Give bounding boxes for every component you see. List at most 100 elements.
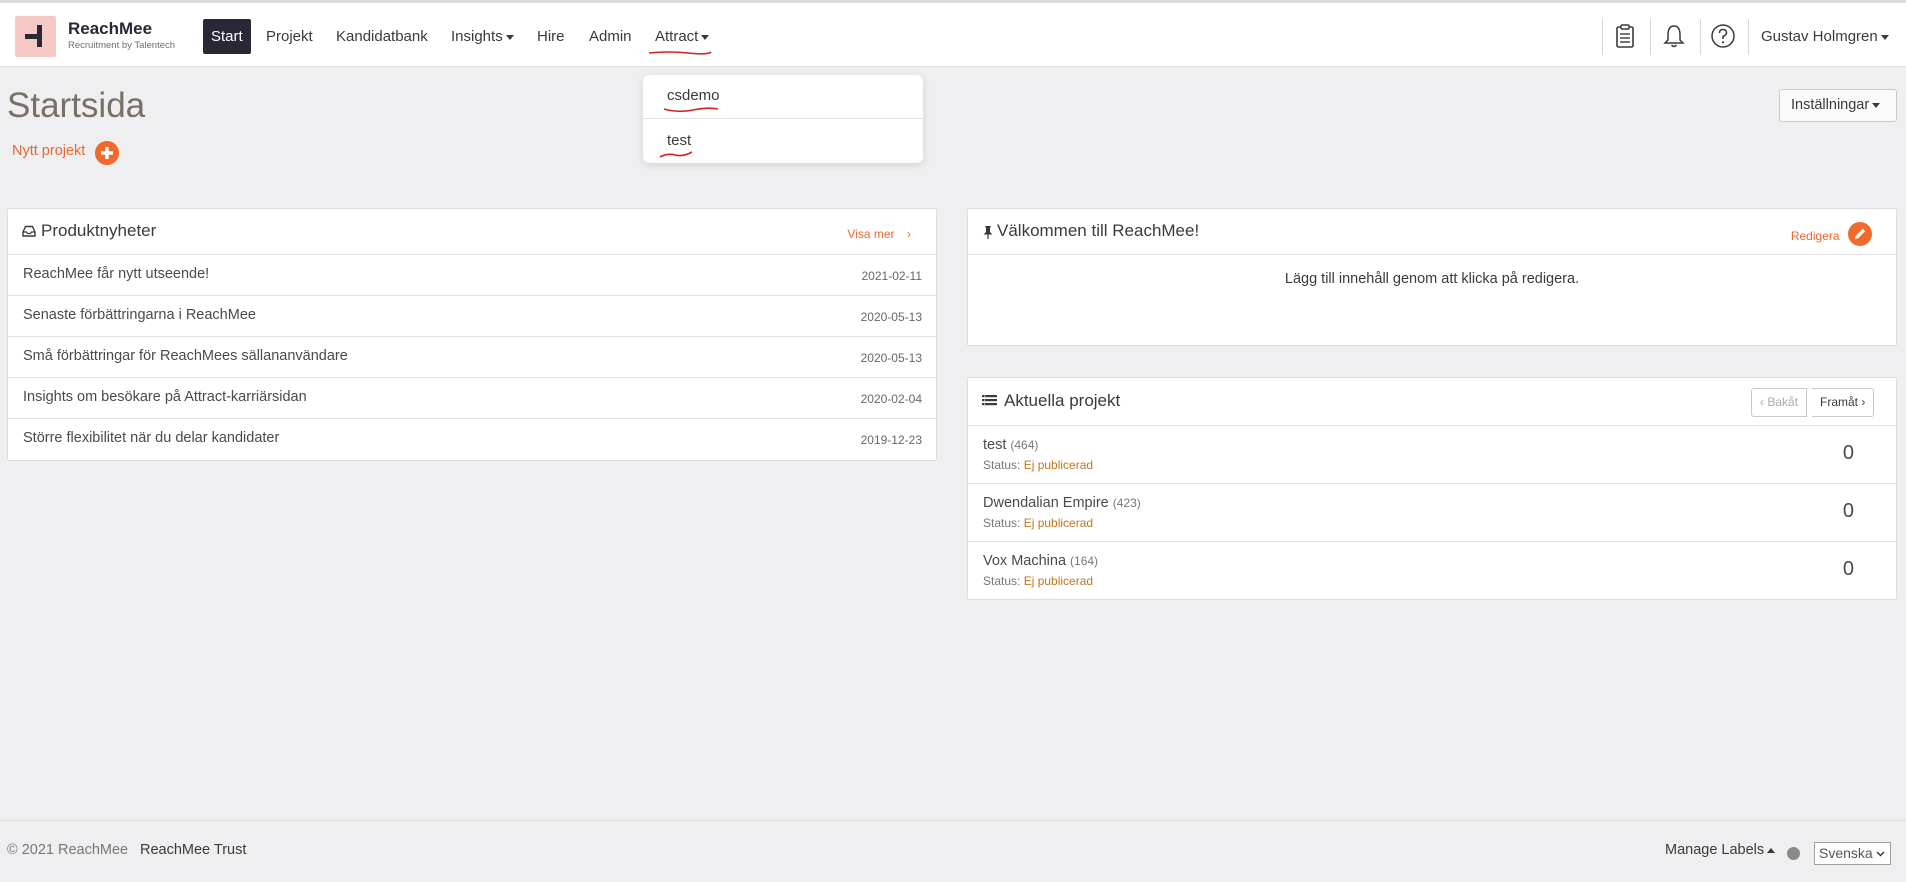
welcome-title: Välkommen till ReachMee! xyxy=(997,221,1200,240)
manage-labels-menu[interactable]: Manage Labels xyxy=(1665,842,1776,858)
panel-header: Aktuella projekt ‹ Bakåt Framåt › xyxy=(968,378,1896,426)
caret-down-icon xyxy=(505,34,514,40)
nav-start[interactable]: Start xyxy=(203,19,251,54)
news-item-date: 2020-05-13 xyxy=(860,351,922,365)
footer: © 2021 ReachMee ReachMee Trust Manage La… xyxy=(0,820,1906,882)
attract-menu-item-csdemo[interactable]: csdemo xyxy=(667,87,720,104)
product-news-title: Produktnyheter xyxy=(41,221,157,240)
footer-trust-link[interactable]: ReachMee Trust xyxy=(140,842,246,858)
show-more-label: Visa mer xyxy=(847,227,895,241)
product-news-panel: Produktnyheter Visa mer › ReachMee får n… xyxy=(7,208,937,461)
bell-icon[interactable] xyxy=(1660,22,1688,50)
status-label: Status: xyxy=(983,458,1021,472)
news-item[interactable]: Små förbättringar för ReachMees sällanan… xyxy=(8,337,936,378)
news-item-title: ReachMee får nytt utseende! xyxy=(23,266,210,282)
panel-header: Produktnyheter Visa mer › xyxy=(8,209,936,255)
project-name: test xyxy=(983,437,1007,453)
panel-header: Välkommen till ReachMee! Redigera xyxy=(968,209,1896,255)
nav-divider xyxy=(1700,19,1701,55)
globe-icon xyxy=(1787,847,1800,860)
project-count: (423) xyxy=(1112,496,1141,510)
reachmee-logo[interactable] xyxy=(15,16,56,57)
current-projects-panel: Aktuella projekt ‹ Bakåt Framåt › test (4… xyxy=(967,377,1897,600)
nav-divider xyxy=(1748,19,1749,55)
nav-attract-label: Attract xyxy=(655,28,699,45)
page-title: Startsida xyxy=(7,86,146,125)
manage-labels-label: Manage Labels xyxy=(1665,842,1765,858)
edit-label: Redigera xyxy=(1790,229,1840,243)
language-select[interactable]: Svenska xyxy=(1814,842,1891,865)
pin-icon xyxy=(983,226,993,239)
nav-kandidatbank[interactable]: Kandidatbank xyxy=(336,19,428,54)
annotation-underline-csdemo xyxy=(663,107,719,113)
language-value: Svenska xyxy=(1819,845,1873,861)
current-projects-title: Aktuella projekt xyxy=(1004,391,1121,410)
user-menu[interactable]: Gustav Holmgren xyxy=(1761,19,1889,54)
chevron-down-icon xyxy=(1876,851,1885,857)
user-name: Gustav Holmgren xyxy=(1761,28,1878,45)
project-status: Ej publicerad xyxy=(1023,458,1094,472)
news-item-title: Små förbättringar för ReachMees sällanan… xyxy=(23,348,348,364)
welcome-body: Lägg till innehåll genom att klicka på r… xyxy=(1284,271,1580,287)
edit-link[interactable]: Redigera xyxy=(1791,222,1872,246)
next-button[interactable]: Framåt › xyxy=(1812,388,1875,417)
news-item-date: 2020-05-13 xyxy=(860,310,922,324)
project-value: 0 xyxy=(1842,500,1854,522)
annotation-underline-test xyxy=(659,151,693,158)
project-value: 0 xyxy=(1842,558,1854,580)
project-row[interactable]: Dwendalian Empire (423) Status: Ej public… xyxy=(968,484,1896,542)
attract-menu-item-test[interactable]: test xyxy=(667,132,691,149)
welcome-panel: Välkommen till ReachMee! Redigera Lägg t… xyxy=(967,208,1897,346)
chevron-right-icon: › xyxy=(1861,395,1866,409)
caret-down-icon xyxy=(701,34,710,40)
nav-admin[interactable]: Admin xyxy=(589,19,632,54)
news-item[interactable]: Senaste förbättringarna i ReachMee 2020-… xyxy=(8,296,936,337)
nav-divider xyxy=(1650,19,1651,55)
brand-tagline: Recruitment by Talentech xyxy=(68,40,176,51)
chevron-right-icon: › xyxy=(907,227,911,241)
news-item-date: 2021-02-11 xyxy=(861,269,923,283)
project-row[interactable]: test (464) Status: Ej publicerad 0 xyxy=(968,426,1896,484)
caret-down-icon xyxy=(1872,102,1881,108)
top-navbar: ReachMee Recruitment by Talentech Start … xyxy=(0,3,1906,67)
project-count: (464) xyxy=(1010,438,1039,452)
news-item-date: 2019-12-23 xyxy=(860,433,922,447)
project-status: Ej publicerad xyxy=(1023,516,1094,530)
project-status: Ej publicerad xyxy=(1023,574,1094,588)
list-icon xyxy=(982,395,997,406)
nav-insights[interactable]: Insights xyxy=(451,19,514,54)
pencil-icon xyxy=(1848,222,1872,246)
project-count: (164) xyxy=(1070,554,1099,568)
prev-button[interactable]: ‹ Bakåt xyxy=(1751,388,1808,417)
nav-projekt[interactable]: Projekt xyxy=(266,19,313,54)
prev-label: Bakåt xyxy=(1767,395,1799,409)
next-label: Framåt xyxy=(1820,395,1859,409)
caret-down-icon xyxy=(1880,34,1889,40)
project-row[interactable]: Vox Machina (164) Status: Ej publicerad 0 xyxy=(968,542,1896,600)
project-name: Vox Machina xyxy=(983,553,1067,569)
attract-dropdown-menu: csdemo test xyxy=(643,75,923,163)
news-item[interactable]: Insights om besökare på Attract-karriärs… xyxy=(8,378,936,419)
help-icon[interactable] xyxy=(1709,22,1737,50)
menu-divider xyxy=(643,118,923,119)
settings-button-label: Inställningar xyxy=(1791,97,1870,113)
news-item-title: Större flexibilitet när du delar kandida… xyxy=(23,430,280,446)
project-name: Dwendalian Empire xyxy=(983,495,1109,511)
plus-circle-icon[interactable] xyxy=(95,141,119,165)
footer-copyright: © 2021 ReachMee xyxy=(7,842,129,858)
clipboard-icon[interactable] xyxy=(1611,22,1639,50)
news-item-date: 2020-02-04 xyxy=(860,392,922,406)
new-project-link[interactable]: Nytt projekt xyxy=(12,143,85,159)
caret-up-icon xyxy=(1767,847,1776,853)
show-more-link[interactable]: Visa mer › xyxy=(847,225,911,243)
news-item[interactable]: Större flexibilitet när du delar kandida… xyxy=(8,419,936,460)
project-value: 0 xyxy=(1842,442,1854,464)
settings-button[interactable]: Inställningar xyxy=(1779,89,1897,122)
nav-insights-label: Insights xyxy=(451,28,503,45)
nav-hire[interactable]: Hire xyxy=(537,19,565,54)
annotation-underline-attract xyxy=(648,51,712,55)
news-item[interactable]: ReachMee får nytt utseende! 2021-02-11 xyxy=(8,255,936,296)
news-item-title: Senaste förbättringarna i ReachMee xyxy=(23,307,256,323)
nav-divider xyxy=(1602,19,1603,55)
inbox-icon xyxy=(22,225,36,237)
